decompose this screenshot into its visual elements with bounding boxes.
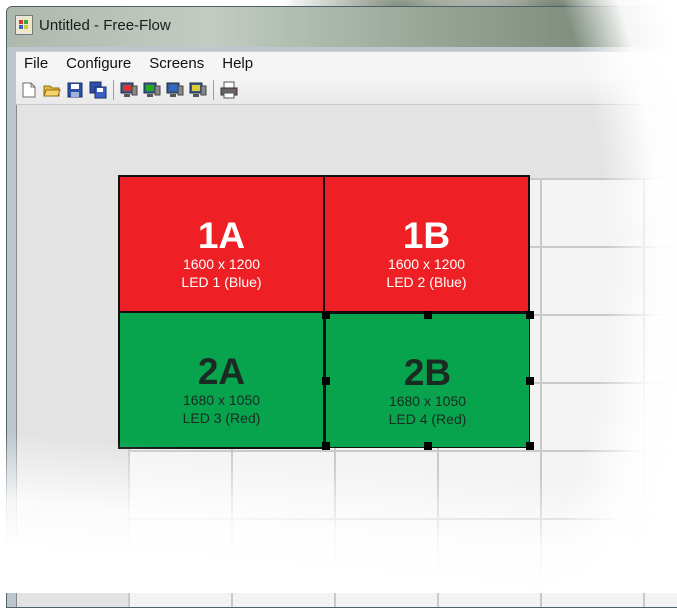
screen-id: 1B	[402, 215, 451, 256]
screen-2a[interactable]: 2A 1680 x 1050 LED 3 (Red)	[118, 311, 325, 449]
window-title: Untitled - Free-Flow	[39, 17, 171, 34]
resize-handle[interactable]	[322, 311, 330, 319]
screen-id: 2A	[197, 351, 246, 392]
resize-handle[interactable]	[526, 442, 534, 450]
monitor-red-icon[interactable]	[120, 81, 138, 99]
screen-resolution: 1680 x 1050	[182, 392, 261, 408]
toolbar-separator	[113, 80, 114, 100]
screen-led: LED 1 (Blue)	[181, 274, 262, 290]
screen-1b[interactable]: 1B 1600 x 1200 LED 2 (Blue)	[323, 175, 530, 313]
monitor-yellow-icon[interactable]	[189, 81, 207, 99]
toolbar	[16, 74, 677, 105]
screen-led: LED 3 (Red)	[182, 410, 261, 426]
title-bar[interactable]: Untitled - Free-Flow	[7, 7, 677, 47]
toolbar-separator	[213, 80, 214, 100]
monitor-green-icon[interactable]	[143, 81, 161, 99]
app-icon[interactable]	[15, 15, 33, 35]
print-icon[interactable]	[220, 81, 238, 99]
resize-handle[interactable]	[424, 311, 432, 319]
open-icon[interactable]	[43, 81, 61, 99]
resize-handle[interactable]	[322, 377, 330, 385]
menu-configure[interactable]: Configure	[57, 55, 140, 72]
layout-canvas[interactable]: 1A 1600 x 1200 LED 1 (Blue) 1B 1600 x 12…	[16, 105, 677, 607]
new-icon[interactable]	[20, 81, 38, 99]
save-icon[interactable]	[66, 81, 84, 99]
resize-handle[interactable]	[526, 377, 534, 385]
menu-help[interactable]: Help	[213, 55, 262, 72]
screen-resolution: 1600 x 1200	[182, 256, 261, 272]
resize-handle[interactable]	[322, 442, 330, 450]
screen-1a[interactable]: 1A 1600 x 1200 LED 1 (Blue)	[118, 175, 325, 313]
screen-led: LED 2 (Blue)	[386, 274, 467, 290]
save-all-icon[interactable]	[89, 81, 107, 99]
monitor-blue-icon[interactable]	[166, 81, 184, 99]
screen-id: 1A	[197, 215, 246, 256]
menu-file[interactable]: File	[16, 55, 57, 72]
screen-id: 2B	[403, 352, 452, 393]
screen-2b[interactable]: 2B 1680 x 1050 LED 4 (Red)	[325, 313, 530, 448]
resize-handle[interactable]	[526, 311, 534, 319]
screen-led: LED 4 (Red)	[388, 411, 467, 427]
screen-resolution: 1600 x 1200	[387, 256, 466, 272]
menu-bar: File Configure Screens Help	[16, 51, 677, 74]
menu-screens[interactable]: Screens	[140, 55, 213, 72]
app-window: Untitled - Free-Flow File Configure Scre…	[6, 6, 677, 608]
resize-handle[interactable]	[424, 442, 432, 450]
screen-resolution: 1680 x 1050	[388, 393, 467, 409]
